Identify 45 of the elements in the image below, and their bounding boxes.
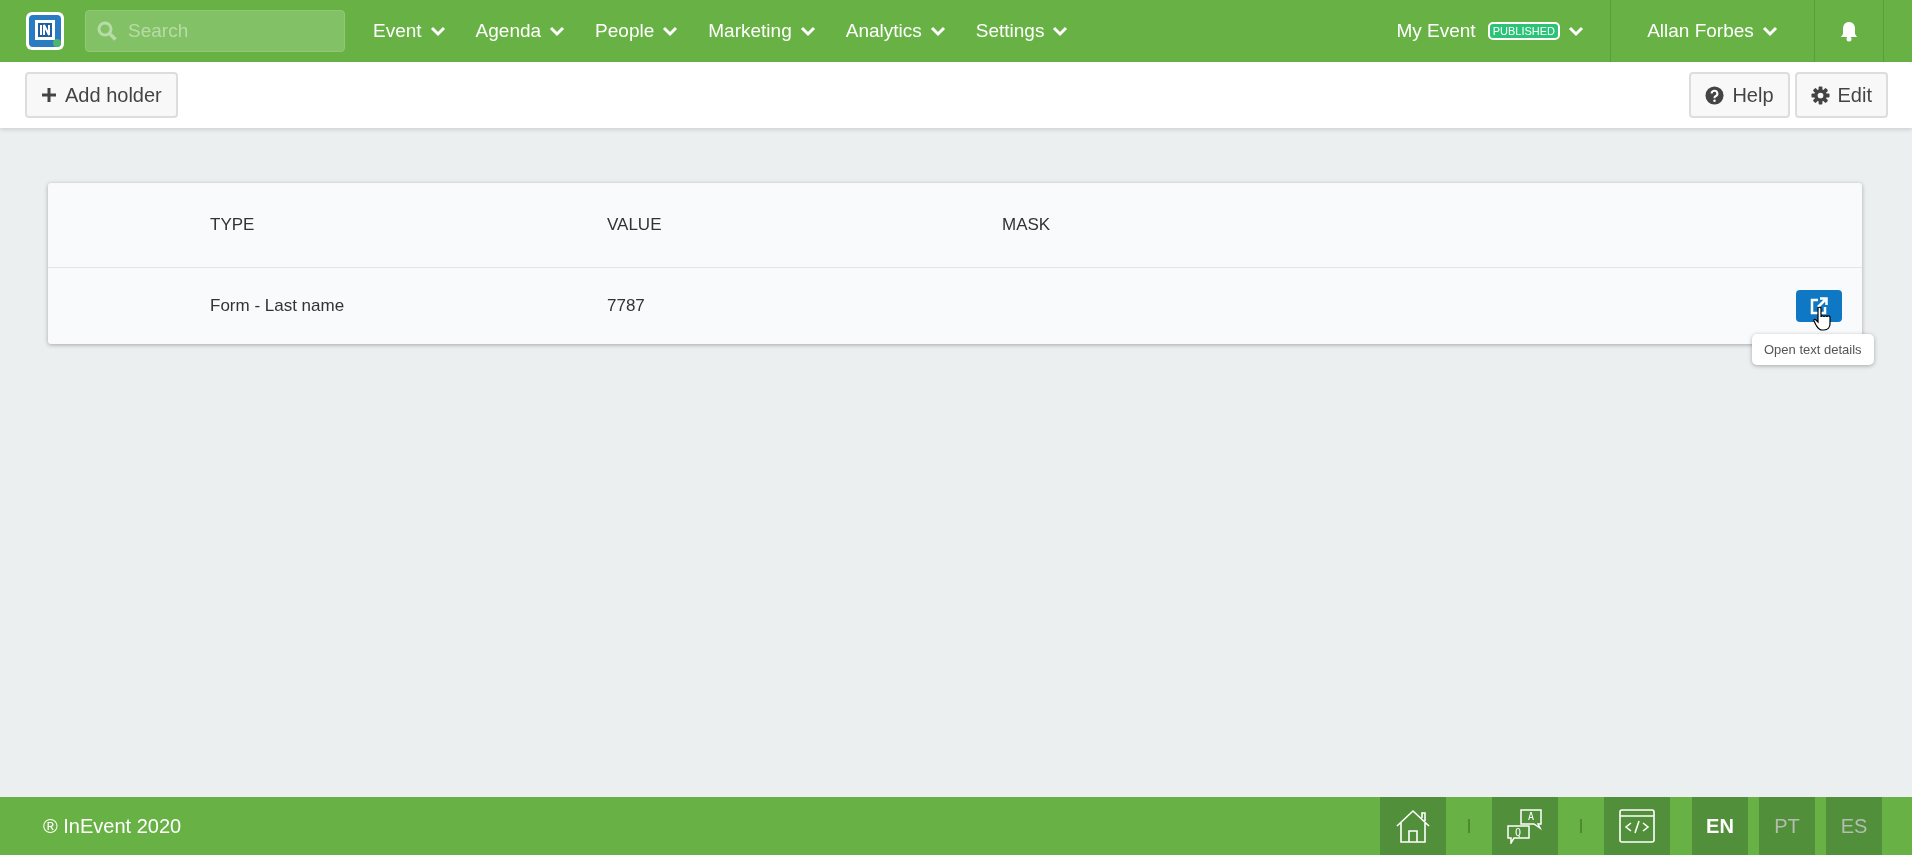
code-window-icon	[1619, 809, 1655, 843]
edit-button[interactable]: Edit	[1794, 72, 1888, 118]
copyright-text: ® InEvent 2020	[43, 814, 183, 838]
home-icon	[1395, 809, 1431, 843]
chevron-down-icon	[929, 25, 946, 37]
tooltip: Open text details	[1752, 334, 1874, 365]
help-icon	[1705, 85, 1725, 105]
chevron-down-icon	[799, 25, 816, 37]
table-cell-text: Form - Last name	[210, 296, 346, 316]
user-menu[interactable]: Allan Forbes	[1647, 20, 1778, 42]
language-option[interactable]: PT	[1759, 797, 1815, 855]
home-button[interactable]	[1380, 797, 1446, 855]
gear-icon	[1810, 85, 1830, 105]
chevron-down-icon	[549, 25, 566, 37]
search-field[interactable]: Search	[85, 10, 345, 52]
nav-menu-item[interactable]: Marketing	[708, 20, 816, 42]
chevron-down-icon	[1568, 25, 1584, 37]
nav-menu-item[interactable]: Agenda	[475, 20, 566, 42]
column-header: TYPE	[210, 215, 256, 235]
nav-menu-item[interactable]: People	[595, 20, 679, 42]
nav-menu-item[interactable]: Settings	[975, 20, 1069, 42]
chevron-down-icon	[1052, 25, 1069, 37]
chevron-down-icon	[662, 25, 679, 37]
add-holder-button[interactable]: Add holder	[25, 72, 178, 118]
column-header: MASK	[1002, 215, 1052, 235]
language-option[interactable]: ES	[1826, 797, 1882, 855]
event-menu[interactable]: My Event PUBLISHED	[1396, 20, 1584, 42]
plus-icon	[41, 87, 57, 103]
nav-menu-item[interactable]: Event	[373, 20, 446, 42]
help-button[interactable]: Help	[1689, 72, 1790, 118]
chevron-down-icon	[429, 25, 446, 37]
qa-button[interactable]: A Q	[1492, 797, 1558, 855]
table-cell-text: 7787	[607, 296, 646, 316]
external-link-icon	[1810, 297, 1828, 315]
app-logo-icon[interactable]	[25, 11, 65, 51]
nav-menu-item[interactable]: Analytics	[845, 20, 946, 42]
open-details-button[interactable]	[1796, 290, 1842, 322]
code-button[interactable]	[1604, 797, 1670, 855]
bell-icon[interactable]	[1839, 20, 1859, 42]
chevron-down-icon	[1761, 25, 1778, 37]
status-badge: PUBLISHED	[1487, 22, 1560, 40]
search-icon	[97, 21, 117, 41]
column-header: VALUE	[607, 215, 663, 235]
hand-cursor-icon	[1813, 306, 1833, 332]
language-option[interactable]: EN	[1692, 797, 1748, 855]
